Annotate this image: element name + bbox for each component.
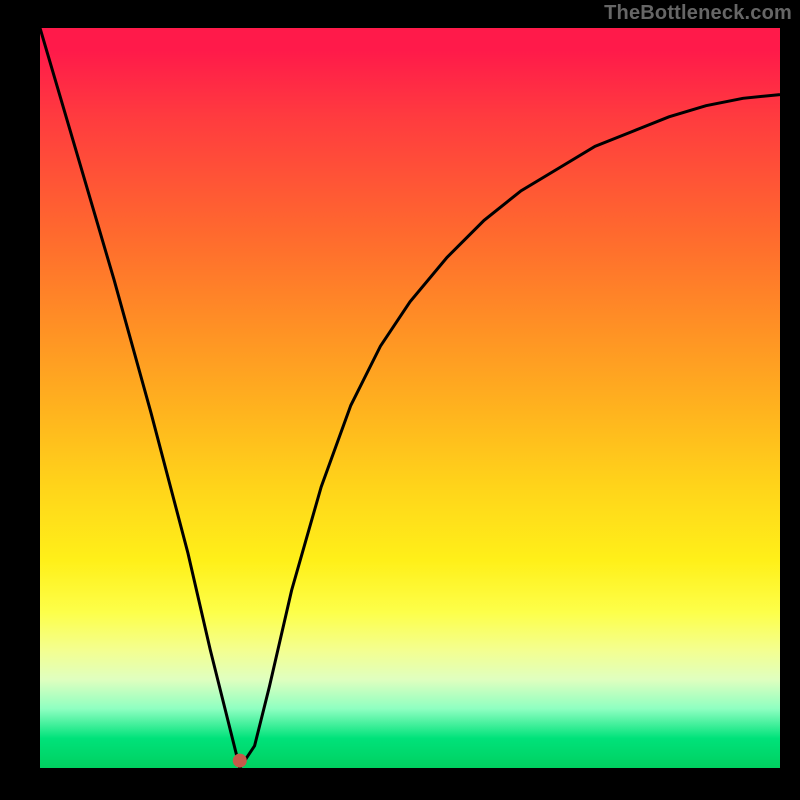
watermark-label: TheBottleneck.com xyxy=(604,2,792,25)
optimal-point-marker xyxy=(233,754,247,768)
bottleneck-curve-path xyxy=(40,28,780,768)
chart-frame: TheBottleneck.com xyxy=(0,0,800,800)
bottleneck-chart xyxy=(40,28,780,768)
plot-area xyxy=(40,28,780,768)
